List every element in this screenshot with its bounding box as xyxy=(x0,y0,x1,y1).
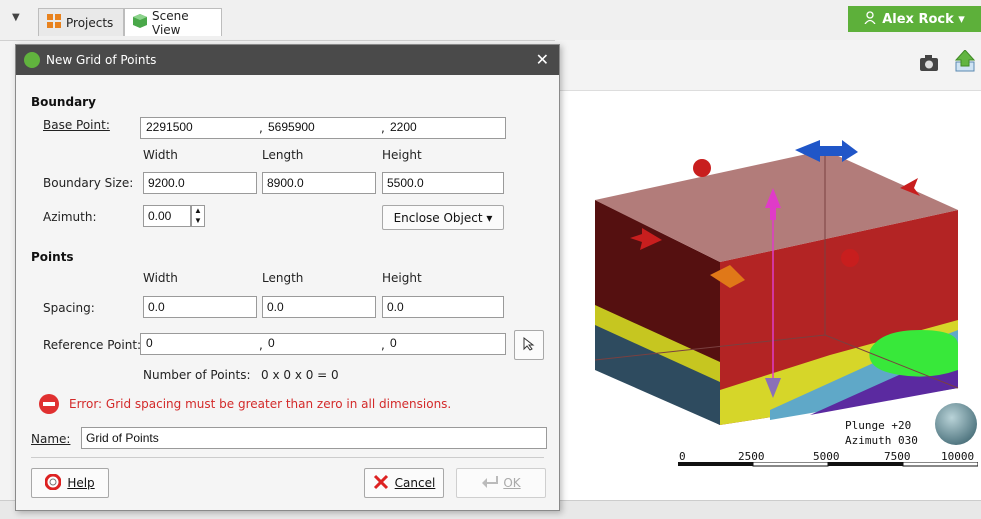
base-point-label: Base Point: xyxy=(43,118,110,132)
base-point-z[interactable]: 2200 xyxy=(388,117,419,139)
camera-icon[interactable] xyxy=(920,55,938,76)
scale-bar xyxy=(678,462,978,467)
corner-handle xyxy=(693,159,711,177)
col-header-width: Width xyxy=(143,148,178,162)
scale-tick-label: 0 xyxy=(679,450,686,463)
export-upload-icon[interactable] xyxy=(954,49,976,77)
scale-tick-label: 7500 xyxy=(884,450,911,463)
azimuth-readout: Azimuth 030 xyxy=(845,434,918,447)
scene-cube-icon xyxy=(133,14,147,31)
reference-point-label: Reference Point: xyxy=(43,338,142,352)
user-account-button[interactable]: Alex Rock ▾ xyxy=(848,6,981,32)
ok-return-icon xyxy=(481,475,499,492)
help-button[interactable]: Help xyxy=(31,468,109,498)
new-grid-of-points-dialog: New Grid of Points ✕ Boundary Base Point… xyxy=(15,44,560,511)
user-icon xyxy=(864,10,876,28)
number-of-points-value: 0 x 0 x 0 = 0 xyxy=(261,368,339,382)
tab-scene-view-label: Scene View xyxy=(152,8,189,37)
scale-tick-label: 10000 xyxy=(941,450,975,463)
number-of-points-label: Number of Points: xyxy=(143,368,251,382)
boundary-width-input[interactable]: 9200.0 xyxy=(143,172,257,194)
app-logo-icon xyxy=(24,52,40,68)
reference-point-z[interactable]: 0 xyxy=(388,333,399,355)
tab-menu-dropdown-icon[interactable]: ▼ xyxy=(12,12,20,23)
plunge-readout: Plunge +20 xyxy=(845,419,912,432)
base-point-x[interactable]: 2291500 xyxy=(144,117,195,139)
dialog-title: New Grid of Points xyxy=(46,53,157,67)
spacing-length-input[interactable]: 0.0 xyxy=(262,296,376,318)
boundary-section-heading: Boundary xyxy=(31,95,96,109)
boundary-length-input[interactable]: 8900.0 xyxy=(262,172,376,194)
divider xyxy=(31,457,544,458)
close-icon[interactable]: ✕ xyxy=(536,50,549,69)
col-header-height: Height xyxy=(382,271,422,285)
view-compass-icon[interactable] xyxy=(935,403,977,445)
col-header-length: Length xyxy=(262,271,304,285)
col-header-length: Length xyxy=(262,148,304,162)
azimuth-stepper[interactable]: ▲ ▼ xyxy=(191,205,205,227)
reference-point-y[interactable]: 0 xyxy=(266,333,277,355)
dialog-title-bar[interactable]: New Grid of Points ✕ xyxy=(16,45,559,75)
azimuth-input[interactable]: 0.00 xyxy=(143,205,191,227)
geological-block-model[interactable] xyxy=(580,130,980,430)
cancel-button-label: Cancel xyxy=(394,476,436,490)
tab-projects[interactable]: Projects xyxy=(38,8,124,36)
pick-point-button[interactable] xyxy=(514,330,544,360)
name-input[interactable]: Grid of Points xyxy=(81,427,547,449)
cancel-button[interactable]: Cancel xyxy=(364,468,444,498)
view-orientation-readout: Plunge +20 Azimuth 030 xyxy=(845,418,918,448)
boundary-size-label: Boundary Size: xyxy=(43,176,134,190)
spacing-height-input[interactable]: 0.0 xyxy=(382,296,504,318)
reference-point-input[interactable] xyxy=(140,333,506,355)
base-point-input[interactable] xyxy=(140,117,506,139)
cancel-x-icon xyxy=(373,474,389,493)
base-point-y[interactable]: 5695900 xyxy=(266,117,317,139)
col-header-height: Height xyxy=(382,148,422,162)
cursor-arrow-icon xyxy=(523,336,535,354)
azimuth-label: Azimuth: xyxy=(43,210,97,224)
scale-tick-label: 2500 xyxy=(738,450,765,463)
tab-scene-view[interactable]: Scene View xyxy=(124,8,222,37)
ok-button-label: OK xyxy=(503,476,521,490)
enclose-object-button[interactable]: Enclose Object ▾ xyxy=(382,205,504,230)
col-header-width: Width xyxy=(143,271,178,285)
spacing-width-input[interactable]: 0.0 xyxy=(143,296,257,318)
top-bar: ▼ Projects Scene View Alex Rock ▾ xyxy=(0,0,981,41)
reference-point-x[interactable]: 0 xyxy=(144,333,155,355)
user-button-label: Alex Rock ▾ xyxy=(882,11,965,27)
boundary-height-input[interactable]: 5500.0 xyxy=(382,172,504,194)
projects-grid-icon xyxy=(47,14,61,31)
scene-toolbar xyxy=(555,40,981,91)
points-section-heading: Points xyxy=(31,250,74,264)
name-label: Name: xyxy=(31,432,71,446)
error-icon xyxy=(39,394,59,414)
tab-projects-label: Projects xyxy=(66,15,114,30)
ok-button[interactable]: OK xyxy=(456,468,546,498)
scale-tick-label: 5000 xyxy=(813,450,840,463)
spacing-label: Spacing: xyxy=(43,301,95,315)
error-message: Error: Grid spacing must be greater than… xyxy=(69,397,452,411)
corner-handle xyxy=(841,249,859,267)
help-button-label: Help xyxy=(67,476,95,490)
lifebuoy-icon xyxy=(44,473,62,493)
